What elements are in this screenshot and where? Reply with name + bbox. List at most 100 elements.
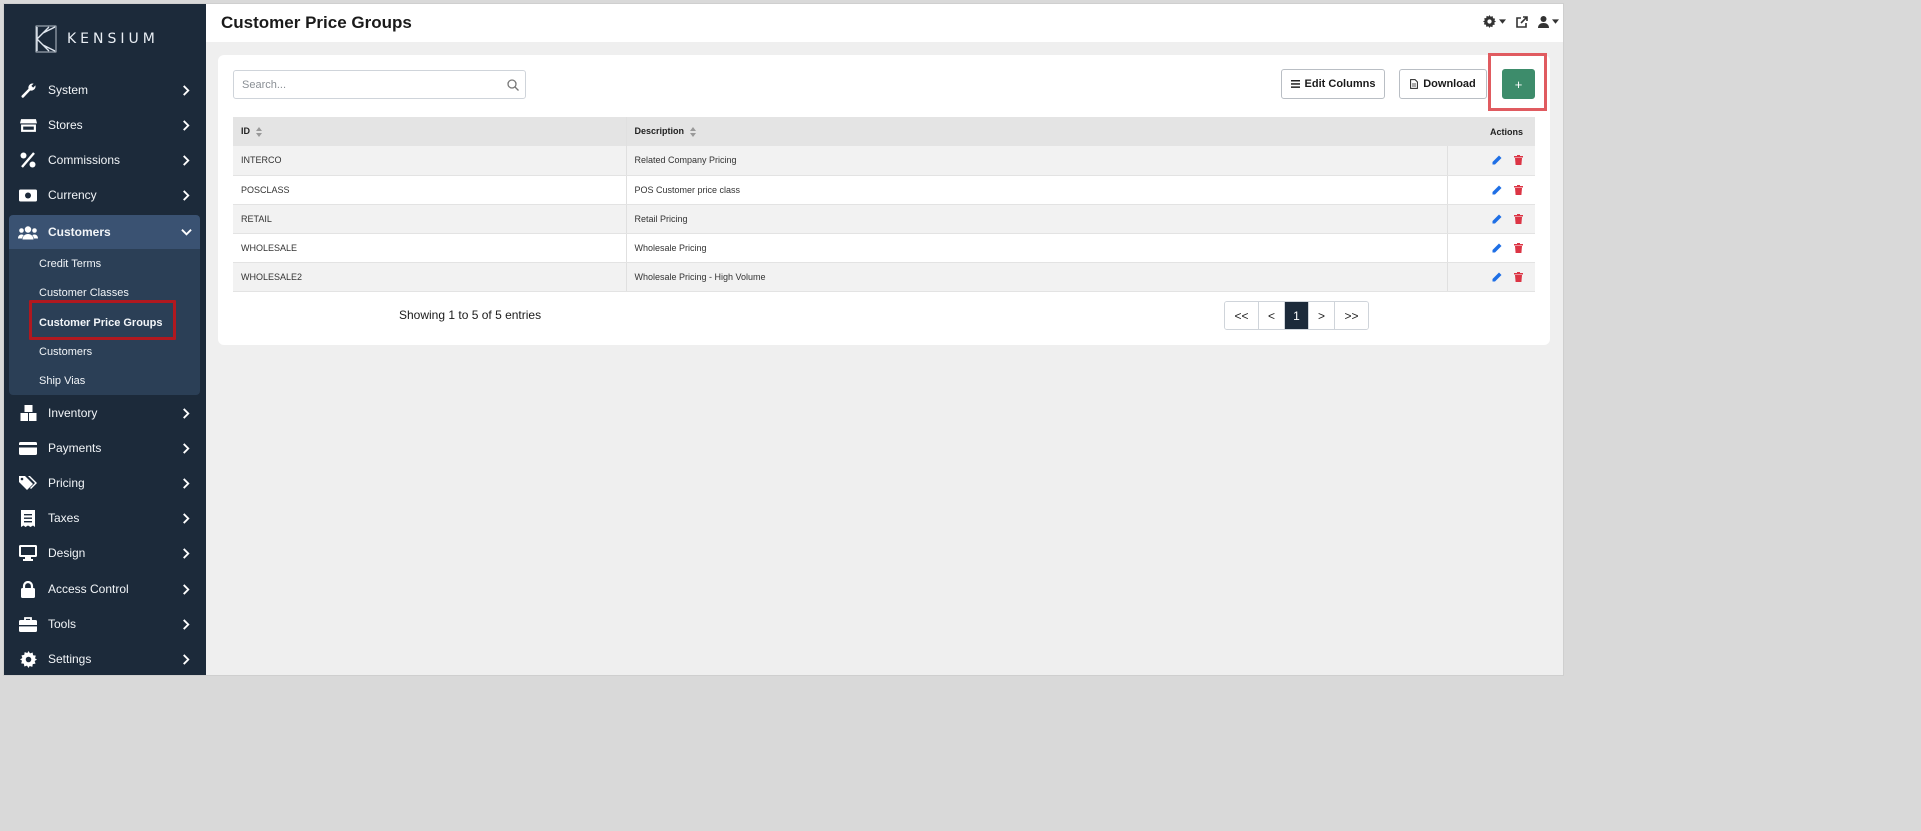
chevron-right-icon: [178, 547, 194, 559]
credit-card-icon: [17, 441, 39, 455]
pagination-page-1[interactable]: 1: [1285, 302, 1309, 329]
page-title: Customer Price Groups: [221, 13, 412, 32]
sidebar-item-tools[interactable]: Tools: [9, 608, 200, 640]
download-button[interactable]: Download: [1399, 69, 1487, 99]
cell-id: POSCLASS: [233, 175, 626, 205]
settings-menu-button[interactable]: [1483, 15, 1506, 28]
edit-icon[interactable]: [1492, 214, 1502, 224]
cell-id: RETAIL: [233, 204, 626, 234]
column-header-id[interactable]: ID: [233, 117, 626, 146]
user-menu-button[interactable]: [1538, 15, 1559, 28]
cog-icon: [17, 650, 39, 668]
sidebar-item-settings[interactable]: Settings: [9, 643, 200, 675]
cell-actions: [1446, 146, 1535, 176]
sidebar-item-label: Commissions: [48, 153, 121, 167]
content-card: Edit Columns Download + ID Description: [218, 53, 1550, 345]
delete-icon[interactable]: [1514, 242, 1523, 253]
sidebar-item-stores[interactable]: Stores: [9, 109, 200, 141]
sidebar-item-label: Pricing: [48, 476, 85, 490]
list-icon: [1290, 80, 1300, 88]
chevron-down-icon: [178, 228, 194, 236]
submenu-item-customer-classes[interactable]: Customer Classes: [39, 287, 129, 299]
column-header-actions: Actions: [1447, 117, 1535, 146]
table-row: POSCLASS POS Customer price class: [233, 175, 1535, 205]
sidebar-item-access-control[interactable]: Access Control: [9, 573, 200, 605]
sidebar-item-commissions[interactable]: Commissions: [9, 144, 200, 176]
sort-icon: [689, 126, 696, 137]
edit-columns-button[interactable]: Edit Columns: [1281, 69, 1385, 99]
app-frame: KENSIUM System Stores Commissions Curren…: [3, 3, 1564, 676]
delete-icon[interactable]: [1514, 155, 1523, 166]
cell-actions: [1446, 204, 1535, 234]
sidebar-item-label: Taxes: [48, 511, 80, 525]
column-header-label: Description: [634, 126, 685, 137]
cell-actions: [1446, 175, 1535, 205]
sidebar-item-design[interactable]: Design: [9, 537, 200, 569]
external-link-icon: [1516, 15, 1528, 28]
chevron-right-icon: [178, 407, 194, 419]
cell-id: INTERCO: [233, 146, 626, 176]
sidebar: KENSIUM System Stores Commissions Curren…: [4, 4, 206, 675]
percent-icon: [17, 152, 39, 168]
submenu-item-credit-terms[interactable]: Credit Terms: [39, 258, 101, 270]
search-input[interactable]: [234, 71, 501, 98]
sidebar-item-label: Inventory: [48, 406, 98, 420]
edit-icon[interactable]: [1492, 243, 1502, 253]
selected-item-highlight: [29, 300, 176, 340]
column-header-label: ID: [241, 126, 250, 137]
chevron-right-icon: [178, 442, 194, 454]
sidebar-item-label: Payments: [48, 441, 102, 455]
user-icon: [1538, 15, 1549, 28]
sidebar-item-customers[interactable]: Customers: [9, 215, 200, 249]
money-bill-icon: [17, 189, 39, 202]
sidebar-item-label: Settings: [48, 652, 92, 666]
chevron-right-icon: [178, 653, 194, 665]
boxes-icon: [17, 405, 39, 421]
file-icon: [1410, 79, 1419, 89]
chevron-right-icon: [178, 189, 194, 201]
table-row: RETAIL Retail Pricing: [233, 204, 1535, 234]
table-row: INTERCO Related Company Pricing: [233, 146, 1535, 176]
sidebar-item-label: Tools: [48, 617, 77, 631]
submenu-item-ship-vias[interactable]: Ship Vias: [39, 375, 85, 387]
cell-description: Wholesale Pricing - High Volume: [625, 262, 1447, 292]
sidebar-item-inventory[interactable]: Inventory: [9, 397, 200, 429]
chevron-right-icon: [178, 84, 194, 96]
pagination-first[interactable]: <<: [1225, 302, 1259, 329]
sidebar-item-label: Currency: [48, 188, 97, 202]
table-row: WHOLESALE Wholesale Pricing: [233, 233, 1535, 263]
column-header-description[interactable]: Description: [625, 117, 1447, 146]
pagination: << < 1 > >>: [1224, 301, 1369, 330]
brand-logo[interactable]: KENSIUM: [35, 24, 159, 54]
delete-icon[interactable]: [1514, 271, 1523, 282]
chevron-right-icon: [178, 512, 194, 524]
desktop-icon: [17, 545, 39, 561]
delete-icon[interactable]: [1514, 184, 1523, 195]
chevron-right-icon: [178, 618, 194, 630]
edit-icon[interactable]: [1492, 272, 1502, 282]
pagination-prev[interactable]: <: [1259, 302, 1285, 329]
pagination-next[interactable]: >: [1309, 302, 1335, 329]
submenu-item-customers[interactable]: Customers: [39, 346, 92, 358]
cell-id: WHOLESALE: [233, 233, 626, 263]
edit-icon[interactable]: [1492, 155, 1502, 165]
cell-id: WHOLESALE2: [233, 262, 626, 292]
search-box: [233, 70, 526, 99]
search-icon[interactable]: [501, 78, 525, 91]
chevron-right-icon: [178, 154, 194, 166]
cell-description: POS Customer price class: [625, 175, 1447, 205]
sidebar-item-label: Customers: [48, 225, 111, 239]
sidebar-item-payments[interactable]: Payments: [9, 432, 200, 464]
cell-actions: [1446, 233, 1535, 263]
delete-icon[interactable]: [1514, 213, 1523, 224]
cell-actions: [1446, 262, 1535, 292]
chevron-right-icon: [178, 119, 194, 131]
edit-icon[interactable]: [1492, 185, 1502, 195]
sidebar-item-pricing[interactable]: Pricing: [9, 467, 200, 499]
open-external-button[interactable]: [1516, 15, 1528, 28]
sidebar-item-taxes[interactable]: Taxes: [9, 502, 200, 534]
sidebar-item-currency[interactable]: Currency: [9, 179, 200, 211]
gear-icon: [1483, 15, 1496, 28]
pagination-last[interactable]: >>: [1335, 302, 1368, 329]
sidebar-item-system[interactable]: System: [9, 74, 200, 106]
